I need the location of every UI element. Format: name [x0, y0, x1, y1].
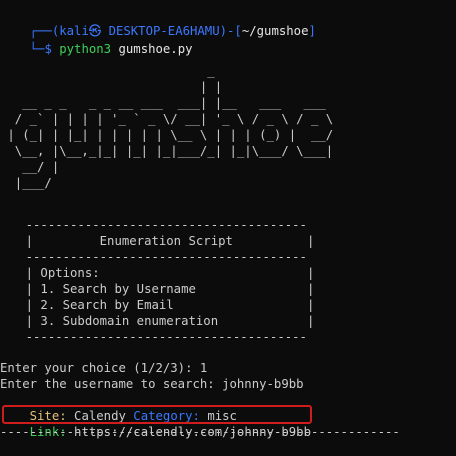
- prompt-path: ~/gumshoe: [241, 24, 309, 38]
- choice-line: Enter your choice (1/2/3): 1: [0, 361, 208, 375]
- prompt-separator: )-[: [219, 24, 242, 38]
- prompt-corner-bottom: └─: [29, 42, 45, 56]
- prompt-dollar: $: [44, 42, 52, 56]
- command-name: python3: [59, 42, 112, 56]
- link-highlight-annotation: [2, 405, 312, 424]
- output-divider: ----------------------------------------…: [0, 425, 400, 439]
- command-args: gumshoe.py: [111, 42, 193, 56]
- terminal-window[interactable]: ┌──(kali㉿ DESKTOP-EA6HAMU)-[~/gumshoe] └…: [0, 0, 456, 447]
- menu-box: -------------------------------------- |…: [25, 218, 315, 344]
- gumshoe-ascii-banner: _ | | __ _ _ _ _ __ ___ ___| |__ ___ ___…: [7, 64, 334, 190]
- username-line: Enter the username to search: johnny-b9b…: [0, 377, 304, 391]
- prompt-close: ]: [308, 24, 316, 38]
